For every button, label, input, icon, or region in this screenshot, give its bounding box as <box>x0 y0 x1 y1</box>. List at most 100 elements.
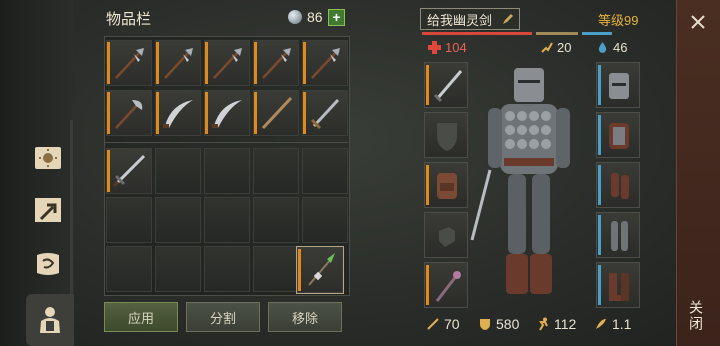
halberd-icon <box>311 48 340 79</box>
halberd-icon <box>262 48 291 79</box>
defense-stat: 580 <box>478 316 519 332</box>
sword-icon <box>433 70 463 103</box>
inventory-slot-halberd-1[interactable] <box>106 40 152 86</box>
tab-map[interactable] <box>28 190 68 230</box>
inventory-slot-empty[interactable] <box>106 246 152 292</box>
inventory-slot-empty[interactable] <box>204 246 250 292</box>
inventory-slot-halberd-4[interactable] <box>253 40 299 86</box>
inventory-slot-empty[interactable] <box>204 148 250 194</box>
split-button[interactable]: 分割 <box>186 302 260 332</box>
inventory-slot-empty[interactable] <box>155 148 201 194</box>
equip-slot-weapon[interactable] <box>424 62 468 108</box>
character-level: 等级99 <box>598 13 639 28</box>
chest-armor-icon <box>609 123 629 149</box>
stamina-icon <box>541 42 553 53</box>
spear-icon <box>308 253 335 286</box>
inventory-slot-empty[interactable] <box>253 246 299 292</box>
health-bar <box>422 32 532 35</box>
edit-pen-icon[interactable] <box>501 12 515 26</box>
attack-value: 70 <box>444 316 460 332</box>
tab-character[interactable] <box>26 294 74 346</box>
poleaxe-icon <box>115 100 143 129</box>
inventory-slot-empty[interactable] <box>204 197 250 243</box>
inventory-slot-scimitar-2[interactable] <box>204 90 250 136</box>
water-drop-icon <box>598 42 607 53</box>
inventory-slot-halberd-5[interactable] <box>302 40 348 86</box>
remove-button[interactable]: 移除 <box>268 302 342 332</box>
knight-character-model <box>470 68 570 294</box>
stamina-value: 20 <box>557 40 572 55</box>
equip-slot-boots[interactable] <box>596 262 640 308</box>
speed-value: 112 <box>554 316 577 332</box>
gloves-icon <box>611 173 629 199</box>
close-label[interactable]: 关闭 <box>688 300 706 332</box>
quest-scroll-icon <box>37 253 59 275</box>
inventory-slot-spear-selected[interactable] <box>296 246 344 294</box>
water-stat: 46 <box>596 40 627 55</box>
halberd-icon <box>164 48 193 79</box>
halberd-icon <box>115 48 144 79</box>
inventory-title: 物品栏 <box>106 11 152 28</box>
add-currency-button[interactable]: + <box>328 9 345 26</box>
equip-slot-helmet[interactable] <box>596 62 640 108</box>
equip-slot-gloves[interactable] <box>596 162 640 208</box>
inventory-slot-halberd-3[interactable] <box>204 40 250 86</box>
scimitar-icon <box>212 100 242 128</box>
mace-icon <box>435 271 461 302</box>
health-stat: 104 <box>428 40 467 55</box>
water-value: 46 <box>613 40 628 55</box>
attack-stat: 70 <box>426 316 460 332</box>
character-name: 给我幽灵剑 <box>427 12 493 28</box>
sword-icon <box>310 98 340 130</box>
equip-slot-shield[interactable] <box>424 112 468 158</box>
inventory-slot-halberd-2[interactable] <box>155 40 201 86</box>
feather-icon <box>596 319 606 329</box>
boots-icon <box>609 273 629 301</box>
close-panel[interactable] <box>676 0 720 346</box>
equip-slot-ranged[interactable] <box>424 212 468 258</box>
speed-stat: 112 <box>536 316 576 332</box>
weight-stat: 1.1 <box>594 316 631 332</box>
character-name-field[interactable]: 给我幽灵剑 <box>420 8 520 30</box>
inventory-slot-empty[interactable] <box>253 148 299 194</box>
helmet-icon <box>609 73 629 99</box>
tab-quests[interactable] <box>28 244 68 284</box>
gem-icon <box>288 10 302 24</box>
hand-icon <box>439 227 455 247</box>
stamina-stat: 20 <box>540 40 571 55</box>
defense-value: 580 <box>496 316 520 332</box>
inventory-slot-empty[interactable] <box>302 148 348 194</box>
weight-value: 1.1 <box>612 316 632 332</box>
inventory-slot-scimitar-1[interactable] <box>155 90 201 136</box>
inventory-slot-longsword[interactable] <box>106 148 152 194</box>
equip-slot-mace[interactable] <box>424 262 468 308</box>
apply-button[interactable]: 应用 <box>104 302 178 332</box>
longsword-icon <box>112 154 146 188</box>
run-icon <box>539 317 548 331</box>
leg-armor-icon <box>611 221 628 251</box>
inventory-slot-sword[interactable] <box>302 90 348 136</box>
inventory-slot-empty[interactable] <box>302 197 348 243</box>
inventory-slot-poleaxe[interactable] <box>106 90 152 136</box>
health-cross-icon <box>428 41 441 54</box>
currency-count: 86 <box>307 9 323 25</box>
character-icon <box>40 307 60 333</box>
water-bar <box>582 32 612 35</box>
inventory-slot-staff[interactable] <box>253 90 299 136</box>
halberd-icon <box>213 48 242 79</box>
tab-recipes[interactable] <box>28 138 68 178</box>
equip-slot-chest[interactable] <box>596 112 640 158</box>
inventory-slot-empty[interactable] <box>253 197 299 243</box>
inventory-slot-empty[interactable] <box>155 246 201 292</box>
equip-slot-legs[interactable] <box>596 212 640 258</box>
health-value: 104 <box>445 40 467 55</box>
staff-icon <box>261 96 293 130</box>
equip-slot-backpack[interactable] <box>424 162 468 208</box>
grid-divider <box>104 142 348 143</box>
close-icon[interactable] <box>688 12 708 32</box>
inventory-slot-empty[interactable] <box>155 197 201 243</box>
scimitar-icon <box>163 100 193 128</box>
backpack-icon <box>437 173 457 199</box>
left-tab-bar <box>0 0 74 346</box>
inventory-slot-empty[interactable] <box>106 197 152 243</box>
